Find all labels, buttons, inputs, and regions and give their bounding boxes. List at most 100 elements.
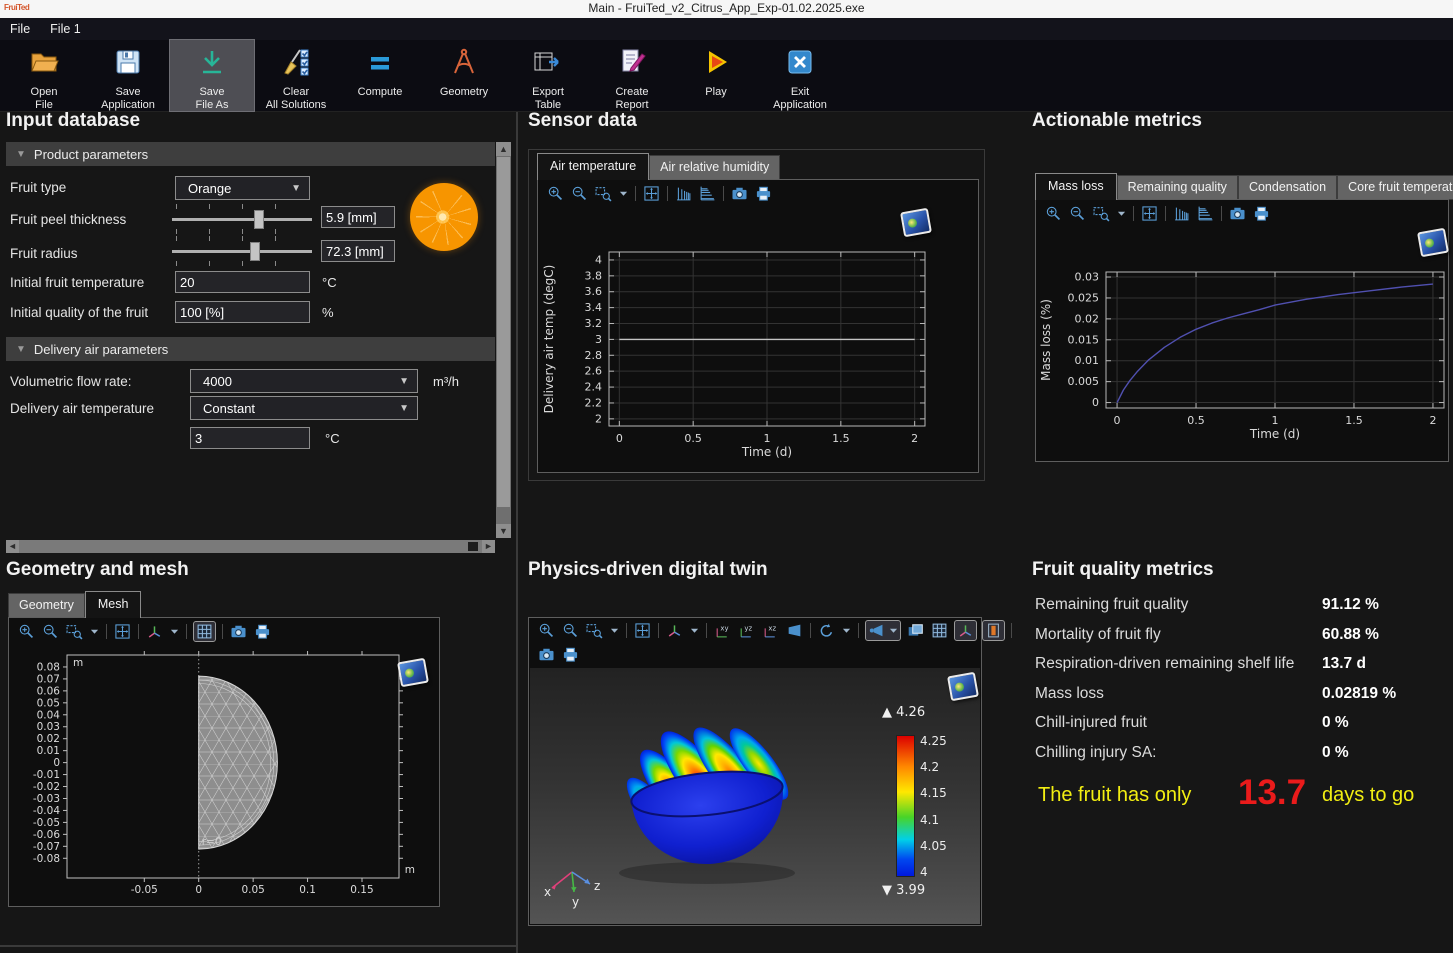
print-icon[interactable] xyxy=(254,623,271,640)
show-grid-icon[interactable] xyxy=(196,623,213,640)
scroll-left-icon[interactable]: ◄ xyxy=(6,540,19,553)
image-snapshot-icon[interactable] xyxy=(731,185,748,202)
toolbar-open-file-button[interactable]: Open File xyxy=(2,40,86,111)
mesh-plot[interactable]: -0.0500.050.10.150.080.070.060.050.040.0… xyxy=(9,644,439,906)
metrics-tab-mass-loss[interactable]: Mass loss xyxy=(1035,173,1117,200)
slider-thumb[interactable] xyxy=(254,210,264,229)
zoom-box-dropdown-icon[interactable] xyxy=(1117,209,1126,218)
toolbar-exit-application-button[interactable]: Exit Application xyxy=(758,40,842,111)
scene-light-icon[interactable] xyxy=(868,622,885,639)
show-axis-orientation-icon[interactable] xyxy=(957,622,974,639)
peel-thickness-slider[interactable] xyxy=(172,204,312,234)
fruit-radius-slider[interactable] xyxy=(172,236,312,266)
toolbar-save-application-button[interactable]: Save Application xyxy=(86,40,170,111)
print-icon[interactable] xyxy=(562,646,579,663)
metrics-tab-core-fruit-temperature[interactable]: Core fruit temperature xyxy=(1337,175,1453,200)
print-icon[interactable] xyxy=(755,185,772,202)
zoom-box-icon[interactable] xyxy=(1093,205,1110,222)
perspective-projection-icon[interactable] xyxy=(786,622,803,639)
zoom-in-icon[interactable] xyxy=(18,623,35,640)
toolbar-export-table-button[interactable]: Export Table xyxy=(506,40,590,111)
y-axis-log-scale-icon[interactable] xyxy=(1197,205,1214,222)
vertical-scrollbar[interactable]: ▲ ▼ xyxy=(496,142,511,538)
svg-text:0.04: 0.04 xyxy=(37,709,61,721)
x-axis-log-scale-icon[interactable] xyxy=(675,185,692,202)
sensor-tab-air-temperature[interactable]: Air temperature xyxy=(537,153,649,180)
show-color-legend-icon[interactable] xyxy=(985,622,1002,639)
y-axis-log-scale-icon[interactable] xyxy=(699,185,716,202)
menu-file[interactable]: File xyxy=(0,18,40,40)
toolbar-save-file-as-button[interactable]: Save File As xyxy=(170,40,254,111)
air-temperature-dropdown[interactable]: Constant ▼ xyxy=(190,396,418,420)
menu-file-1[interactable]: File 1 xyxy=(40,18,91,40)
metrics-tab-condensation[interactable]: Condensation xyxy=(1238,175,1337,200)
toolbar-geometry-button[interactable]: Geometry xyxy=(422,40,506,111)
go-to-xz-view-icon[interactable]: xz xyxy=(762,622,779,639)
digital-twin-scene[interactable]: ▲ 4.26 4.254.24.154.14.054 ▼ 3.99 x y z xyxy=(530,668,980,924)
image-snapshot-icon[interactable] xyxy=(538,646,555,663)
sensor-chart[interactable]: 00.511.5222.22.42.62.833.23.43.63.84Time… xyxy=(538,206,978,472)
zoom-out-icon[interactable] xyxy=(571,185,588,202)
zoom-box-icon[interactable] xyxy=(586,622,603,639)
fruit-radius-value[interactable] xyxy=(321,240,395,262)
sensor-data-title: Sensor data xyxy=(528,110,637,132)
axis-orientation-icon[interactable] xyxy=(666,622,683,639)
rotate-dropdown-icon[interactable] xyxy=(842,626,851,635)
flow-rate-dropdown[interactable]: 4000 ▼ xyxy=(190,369,418,393)
zoom-box-icon[interactable] xyxy=(595,185,612,202)
scroll-up-icon[interactable]: ▲ xyxy=(496,142,511,156)
zoom-box-dropdown-icon[interactable] xyxy=(619,189,628,198)
zoom-in-icon[interactable] xyxy=(538,622,555,639)
x-axis-label: Time (d) xyxy=(1249,427,1300,441)
scroll-down-icon[interactable]: ▼ xyxy=(496,524,511,538)
toolbar-create-report-button[interactable]: Create Report xyxy=(590,40,674,111)
delivery-air-parameters-header[interactable]: ▼ Delivery air parameters xyxy=(6,337,495,361)
geometry-tab-geometry[interactable]: Geometry xyxy=(8,593,85,618)
slider-thumb[interactable] xyxy=(250,242,260,261)
sensor-tab-air-relative-humidity[interactable]: Air relative humidity xyxy=(649,155,780,180)
image-snapshot-icon[interactable] xyxy=(1229,205,1246,222)
bottom-splitter[interactable] xyxy=(0,945,516,947)
zoom-out-icon[interactable] xyxy=(1069,205,1086,222)
massloss-chart[interactable]: 00.511.5200.0050.010.0150.020.0250.03Tim… xyxy=(1036,226,1448,462)
zoom-box-icon[interactable] xyxy=(66,623,83,640)
image-snapshot-icon[interactable] xyxy=(230,623,247,640)
scene-light-dropdown-icon[interactable] xyxy=(889,626,898,635)
axis-orientation-dropdown-icon[interactable] xyxy=(690,626,699,635)
scroll-right-icon[interactable]: ► xyxy=(482,540,495,553)
initial-temperature-input[interactable] xyxy=(175,271,310,293)
x-axis-log-scale-icon[interactable] xyxy=(1173,205,1190,222)
axis-orientation-dropdown-icon[interactable] xyxy=(170,627,179,636)
horizontal-scrollbar[interactable]: ◄ ► xyxy=(6,540,495,553)
zoom-in-icon[interactable] xyxy=(547,185,564,202)
zoom-extents-icon[interactable] xyxy=(114,623,131,640)
environment-icon[interactable] xyxy=(907,622,924,639)
zoom-extents-icon[interactable] xyxy=(1141,205,1158,222)
toolbar-clear-all-solutions-button[interactable]: Clear All Solutions xyxy=(254,40,338,111)
metrics-tab-remaining-quality[interactable]: Remaining quality xyxy=(1117,175,1238,200)
toolbar-compute-button[interactable]: Compute xyxy=(338,40,422,111)
zoom-out-icon[interactable] xyxy=(42,623,59,640)
zoom-box-dropdown-icon[interactable] xyxy=(90,627,99,636)
axis-orientation-icon[interactable] xyxy=(146,623,163,640)
fruit-type-dropdown[interactable]: Orange ▼ xyxy=(175,176,310,200)
zoom-extents-icon[interactable] xyxy=(643,185,660,202)
zoom-out-icon[interactable] xyxy=(562,622,579,639)
peel-thickness-value[interactable] xyxy=(321,206,395,228)
rotate-view-icon[interactable] xyxy=(818,622,835,639)
air-temperature-value-input[interactable] xyxy=(190,427,310,449)
go-to-xy-view-icon[interactable]: xy xyxy=(714,622,731,639)
column-splitter[interactable] xyxy=(516,112,518,953)
geometry-tab-mesh[interactable]: Mesh xyxy=(85,591,142,618)
show-grid-icon[interactable] xyxy=(931,622,948,639)
print-icon[interactable] xyxy=(1253,205,1270,222)
zoom-box-dropdown-icon[interactable] xyxy=(610,626,619,635)
scrollbar-thumb[interactable] xyxy=(468,542,478,551)
product-parameters-header[interactable]: ▼ Product parameters xyxy=(6,142,495,166)
go-to-yz-view-icon[interactable]: yz xyxy=(738,622,755,639)
initial-quality-input[interactable] xyxy=(175,301,310,323)
toolbar-play-button[interactable]: Play xyxy=(674,40,758,111)
zoom-extents-icon[interactable] xyxy=(634,622,651,639)
zoom-in-icon[interactable] xyxy=(1045,205,1062,222)
scrollbar-thumb[interactable] xyxy=(497,157,510,507)
